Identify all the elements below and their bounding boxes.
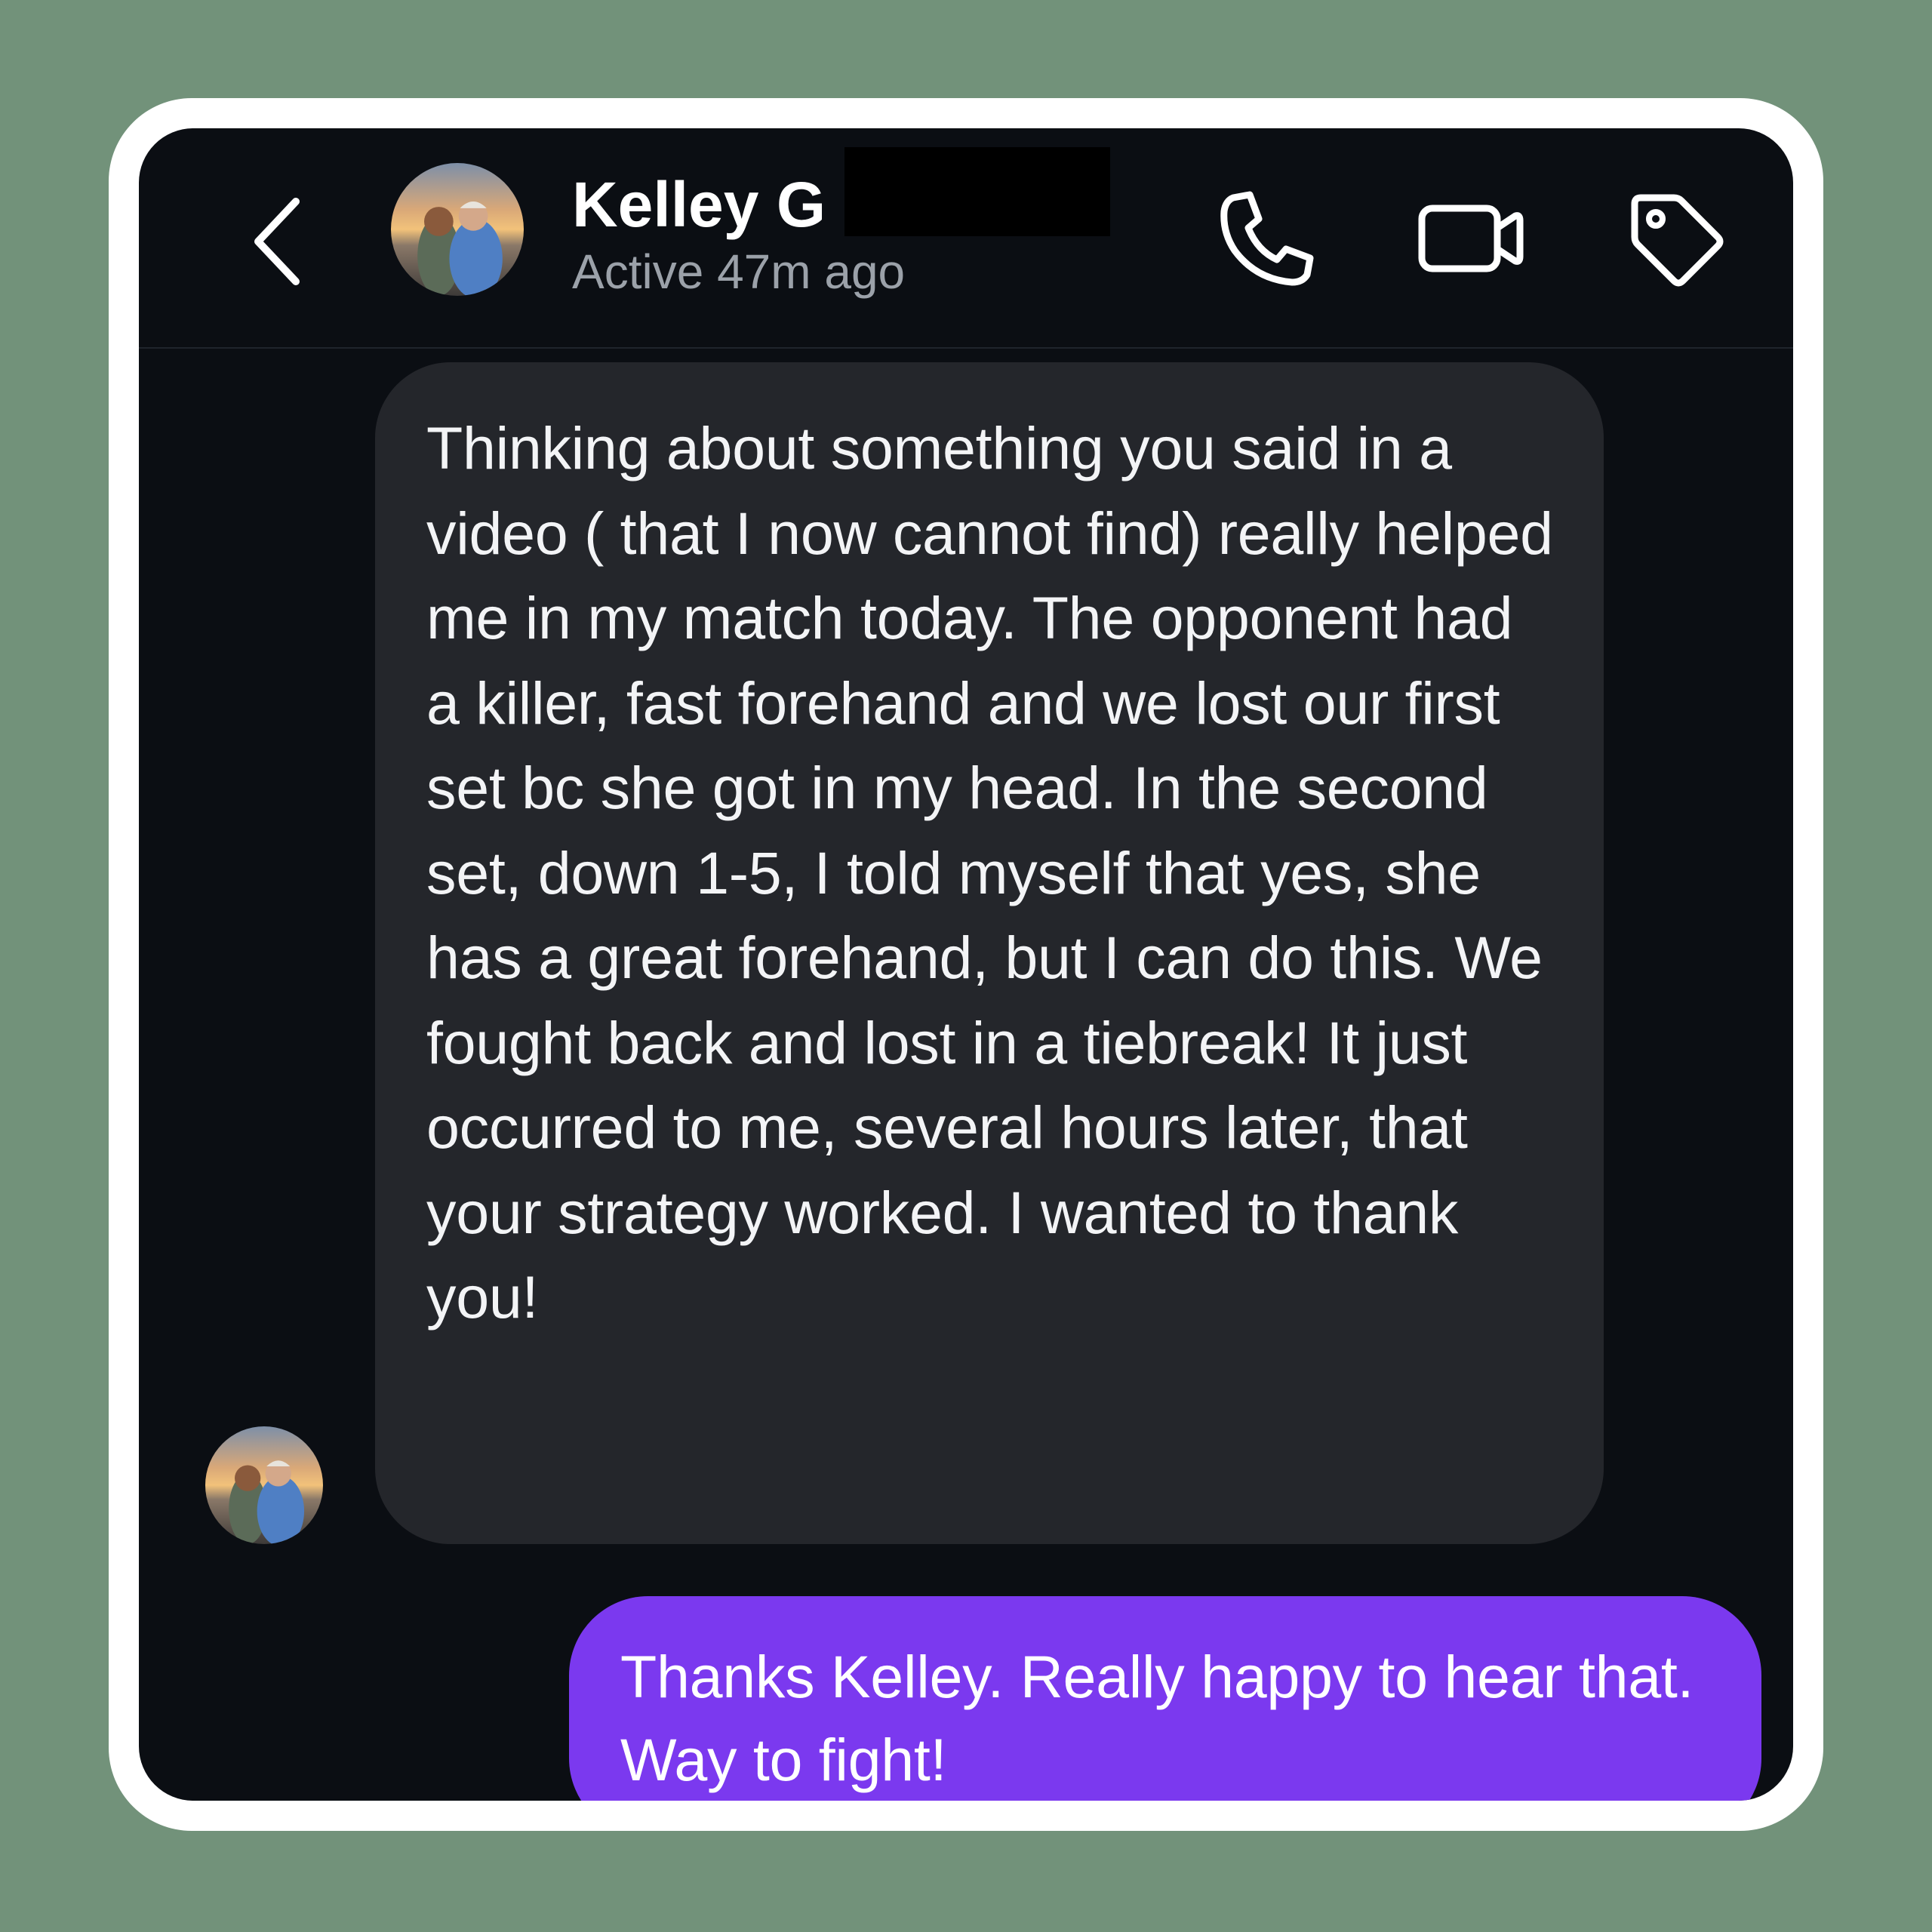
avatar-photo [391,163,524,296]
contact-avatar[interactable] [391,163,524,296]
phone-icon [1220,191,1314,286]
tag-icon [1631,194,1724,287]
incoming-message-bubble[interactable]: Thinking about something you said in a v… [375,362,1604,1544]
call-button[interactable] [1211,181,1324,294]
active-status: Active 47m ago [572,245,906,299]
contact-name[interactable]: Kelley G [572,163,826,246]
chat-screen: Kelley G Active 47m ago Thinking about s… [139,128,1793,1801]
sender-avatar[interactable] [205,1426,323,1544]
avatar-photo [205,1426,323,1544]
chevron-left-icon [254,198,300,285]
tag-button[interactable] [1618,181,1731,294]
back-button[interactable] [237,185,312,298]
video-camera-icon [1418,205,1524,272]
redaction-box [844,147,1110,236]
outgoing-message-bubble[interactable]: Thanks Kelley. Really happy to hear that… [569,1596,1761,1801]
chat-header: Kelley G Active 47m ago [139,128,1793,349]
screenshot-frame: Kelley G Active 47m ago Thinking about s… [109,98,1823,1831]
video-call-button[interactable] [1414,181,1527,294]
